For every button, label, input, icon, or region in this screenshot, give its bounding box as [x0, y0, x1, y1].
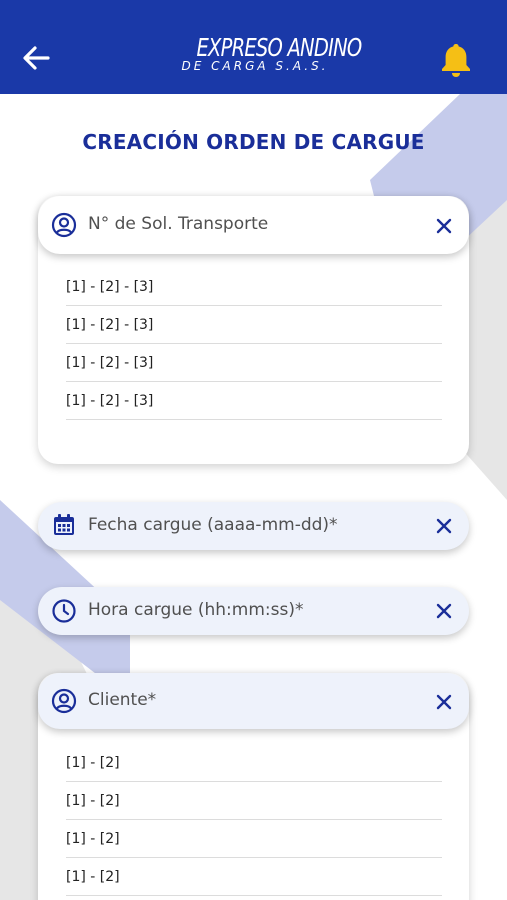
- transport-option[interactable]: [1] - [2] - [3]: [66, 268, 442, 306]
- client-option[interactable]: [1] - [2]: [66, 858, 442, 896]
- logo-line-1: EXPRESO ANDINO: [196, 33, 363, 62]
- time-field[interactable]: Hora cargue (hh:mm:ss)*: [38, 587, 469, 635]
- client-option[interactable]: [1] - [2]: [66, 820, 442, 858]
- close-icon[interactable]: [433, 691, 455, 713]
- client-option[interactable]: [1] - [2]: [66, 782, 442, 820]
- transport-option[interactable]: [1] - [2] - [3]: [66, 382, 442, 420]
- close-icon[interactable]: [433, 215, 455, 237]
- account-circle-icon: [51, 212, 77, 238]
- date-field[interactable]: Fecha cargue (aaaa-mm-dd)*: [38, 502, 469, 550]
- notifications-button[interactable]: [436, 40, 476, 80]
- bell-icon: [442, 44, 470, 77]
- page-title: CREACIÓN ORDEN DE CARGUE: [82, 130, 425, 154]
- back-button[interactable]: [18, 40, 54, 76]
- date-label: Fecha cargue (aaaa-mm-dd)*: [88, 515, 338, 535]
- top-app-bar: EXPRESO ANDINO DE CARGA S.A.S.: [0, 0, 507, 94]
- close-icon[interactable]: [433, 515, 455, 537]
- clock-icon: [52, 599, 76, 623]
- company-logo: EXPRESO ANDINO DE CARGA S.A.S.: [180, 33, 363, 86]
- transport-label: N° de Sol. Transporte: [88, 214, 269, 234]
- transport-field[interactable]: N° de Sol. Transporte: [38, 196, 469, 254]
- account-circle-icon: [51, 688, 77, 714]
- calendar-icon: [54, 514, 74, 535]
- client-option[interactable]: [1] - [2]: [66, 744, 442, 782]
- transport-option[interactable]: [1] - [2] - [3]: [66, 306, 442, 344]
- arrow-left-icon: [23, 46, 50, 70]
- transport-option[interactable]: [1] - [2] - [3]: [66, 344, 442, 382]
- client-label: Cliente*: [88, 690, 157, 710]
- time-label: Hora cargue (hh:mm:ss)*: [88, 600, 304, 620]
- client-field[interactable]: Cliente*: [38, 673, 469, 729]
- close-icon[interactable]: [433, 600, 455, 622]
